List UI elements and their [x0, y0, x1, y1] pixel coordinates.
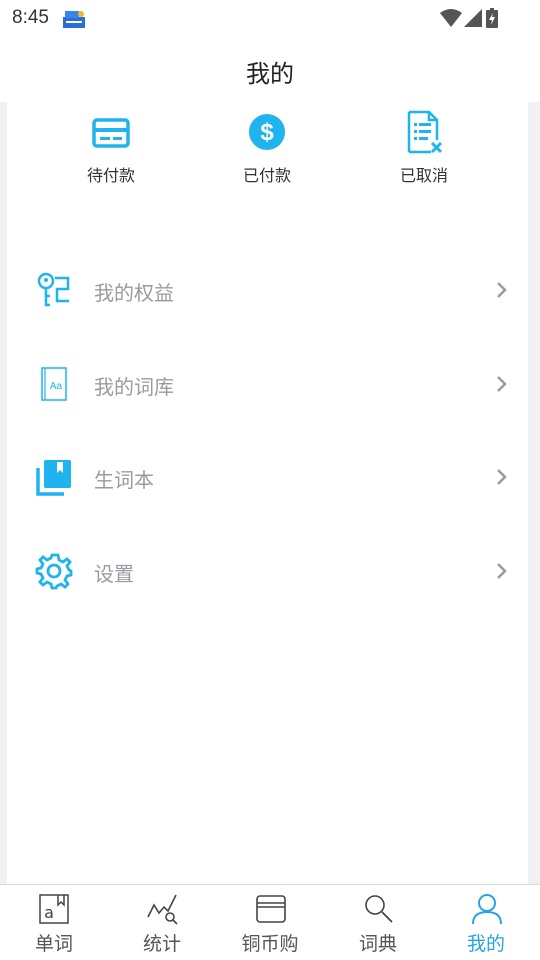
- nav-tab-mine[interactable]: 我的: [432, 885, 540, 960]
- svg-text:Aa: Aa: [50, 381, 63, 392]
- app-notification-icon: [63, 11, 85, 28]
- word-book-icon: a: [39, 894, 69, 924]
- nav-label-mine: 我的: [466, 933, 505, 955]
- order-paid-button[interactable]: $ 已付款: [207, 110, 327, 190]
- order-cancelled-label: 已取消: [399, 166, 448, 185]
- wallet-icon: [256, 895, 286, 923]
- menu-label-benefits: 我的权益: [94, 281, 174, 305]
- svg-text:$: $: [260, 119, 274, 146]
- chevron-right-icon: [497, 469, 507, 485]
- card-icon: [92, 118, 130, 148]
- nav-label-words: 单词: [34, 933, 73, 955]
- person-icon: [472, 894, 502, 925]
- nav-tab-words[interactable]: a 单词: [0, 885, 108, 960]
- nav-tab-dictionary[interactable]: 词典: [324, 885, 432, 960]
- nav-label-stats: 统计: [142, 933, 181, 955]
- menu-item-wordbank[interactable]: Aa 我的词库: [7, 349, 528, 419]
- book-icon: Aa: [41, 367, 67, 401]
- page-title: 我的: [246, 60, 294, 88]
- menu-label-settings: 设置: [94, 562, 134, 586]
- status-time: 8:45: [12, 7, 49, 28]
- svg-text:a: a: [44, 903, 54, 922]
- bookmark-icon: [36, 460, 71, 496]
- profile-content: 待付款 $ 已付款 已取消 我的权益 Aa 我的词库 生词本 设置: [7, 102, 528, 884]
- chevron-right-icon: [497, 376, 507, 392]
- dollar-icon: $: [249, 114, 285, 150]
- battery-icon: [486, 8, 498, 28]
- gear-icon: [35, 553, 73, 590]
- menu-label-vocab-notebook: 生词本: [94, 468, 154, 492]
- signal-icon: [464, 9, 482, 27]
- bottom-nav: a 单词 统计 铜币购 词典 我的: [0, 884, 540, 960]
- nav-label-coin-shop: 铜币购: [241, 933, 299, 955]
- status-bar: 8:45: [0, 0, 540, 36]
- menu-label-wordbank: 我的词库: [94, 375, 174, 399]
- order-cancelled-button[interactable]: 已取消: [364, 110, 484, 190]
- cancel-document-icon: [407, 110, 443, 154]
- header: 我的: [0, 36, 540, 102]
- menu-item-settings[interactable]: 设置: [7, 536, 528, 606]
- chevron-right-icon: [497, 282, 507, 298]
- nav-tab-stats[interactable]: 统计: [108, 885, 216, 960]
- wifi-icon: [440, 9, 462, 27]
- key-icon: [37, 272, 70, 307]
- order-paid-label: 已付款: [242, 166, 291, 185]
- chart-search-icon: [147, 894, 178, 925]
- menu-item-vocab-notebook[interactable]: 生词本: [7, 442, 528, 512]
- search-icon: [365, 895, 393, 923]
- nav-label-dictionary: 词典: [358, 933, 397, 955]
- chevron-right-icon: [497, 563, 507, 579]
- nav-tab-coin-shop[interactable]: 铜币购: [216, 885, 324, 960]
- order-pending-button[interactable]: 待付款: [51, 110, 171, 190]
- status-icons: [440, 8, 500, 28]
- menu-item-benefits[interactable]: 我的权益: [7, 255, 528, 325]
- order-pending-label: 待付款: [86, 166, 135, 185]
